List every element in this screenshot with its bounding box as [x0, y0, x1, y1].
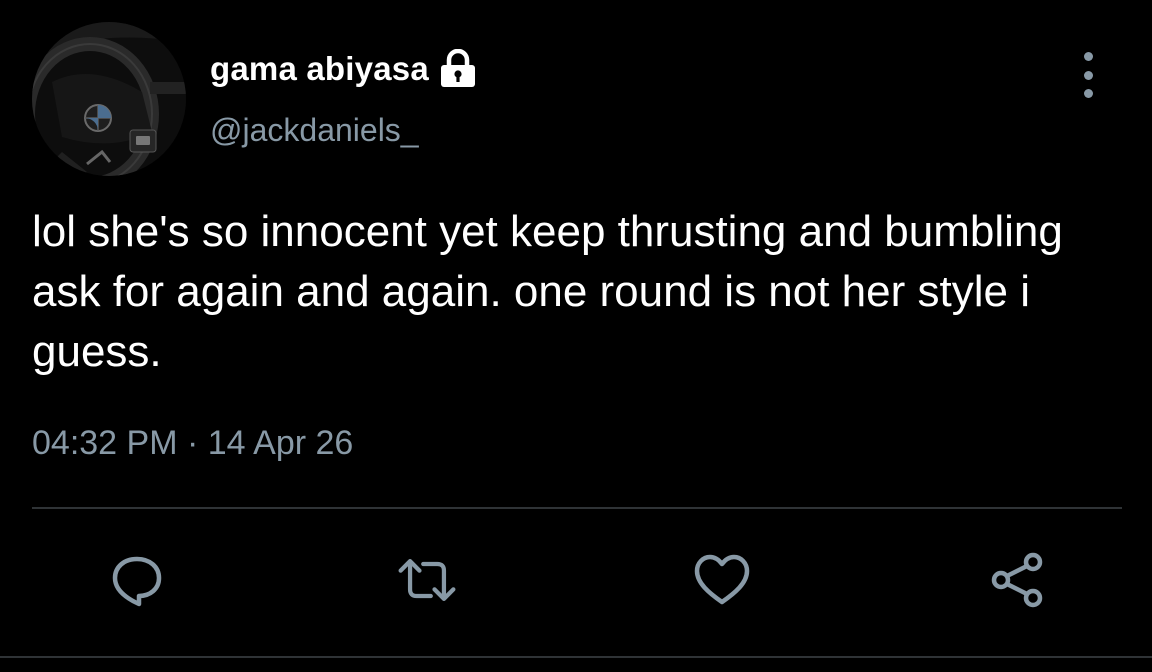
lock-icon	[437, 48, 479, 89]
tweet-timestamp[interactable]: 04:32 PM · 14 Apr 26	[32, 424, 353, 463]
tweet-text: lol she's so innocent yet keep thrusting…	[32, 207, 1063, 376]
more-dot	[1083, 52, 1093, 61]
tweet-detail: gama abiyasa @jackdaniels_ lol she's so …	[0, 0, 1152, 672]
reply-button[interactable]	[104, 548, 168, 612]
tweet-time: 04:32 PM	[32, 424, 178, 462]
heart-icon	[694, 554, 750, 605]
meta-separator: ·	[186, 424, 199, 462]
share-icon	[991, 552, 1043, 608]
more-dot	[1083, 89, 1093, 98]
like-button[interactable]	[690, 548, 754, 612]
more-dot	[1083, 70, 1093, 80]
display-name[interactable]: gama abiyasa	[210, 50, 429, 88]
avatar-steering-wheel-image	[32, 22, 186, 176]
share-button[interactable]	[986, 548, 1050, 612]
retweet-button[interactable]	[395, 548, 459, 612]
retweet-icon	[398, 559, 456, 601]
tweet-date: 14 Apr 26	[207, 424, 354, 462]
more-vertical-icon[interactable]	[1070, 52, 1106, 98]
divider	[32, 507, 1122, 509]
author-handle[interactable]: @jackdaniels_	[210, 112, 419, 149]
avatar[interactable]	[32, 22, 186, 176]
bottom-divider	[0, 656, 1152, 658]
author-name-row: gama abiyasa	[210, 44, 479, 94]
reply-icon	[112, 556, 162, 607]
